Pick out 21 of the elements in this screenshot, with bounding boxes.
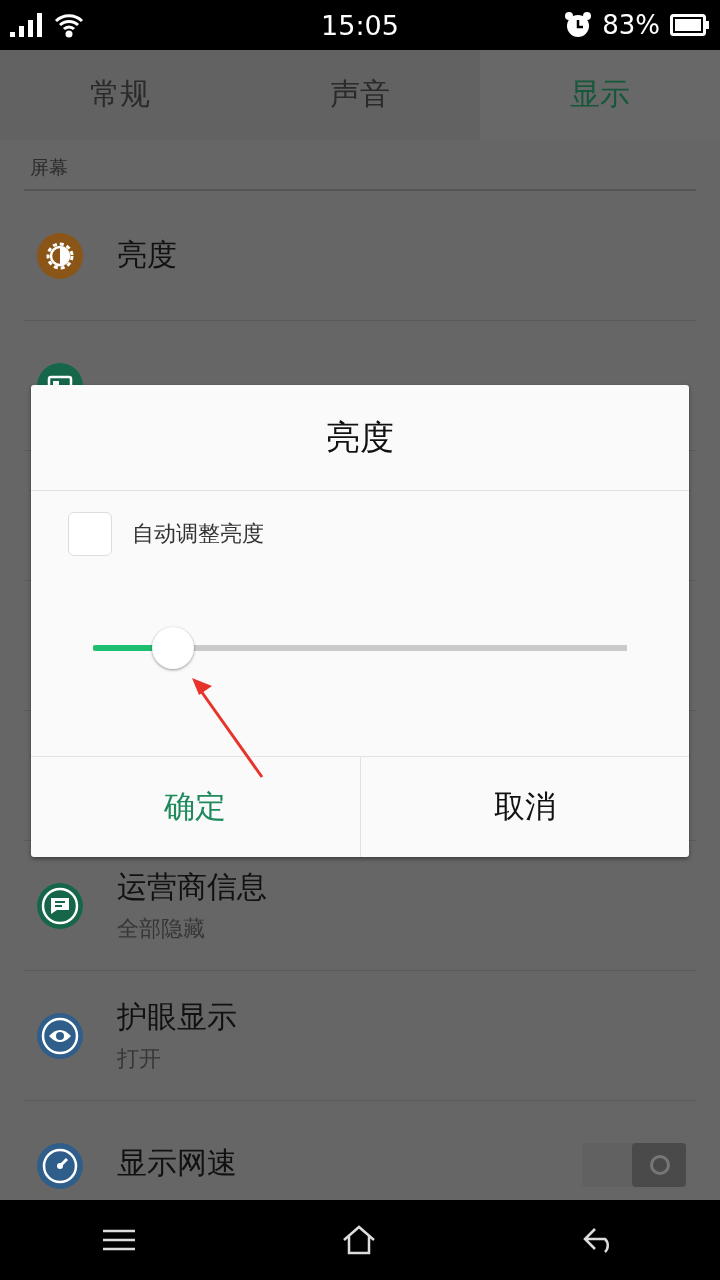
- setting-title: 护眼显示: [117, 998, 238, 1036]
- section-header: 屏幕: [30, 155, 68, 180]
- menu-icon[interactable]: [103, 1229, 136, 1251]
- home-icon[interactable]: [342, 1225, 376, 1255]
- alarm-icon: [564, 11, 593, 39]
- checkbox-label: 自动调整亮度: [132, 520, 264, 548]
- signal-icon: [10, 13, 44, 37]
- cancel-button[interactable]: 取消: [359, 757, 689, 857]
- battery-percent: 83%: [602, 10, 660, 40]
- checkbox[interactable]: [68, 512, 112, 556]
- dialog-title: 亮度: [31, 385, 689, 491]
- battery-icon: [670, 14, 710, 36]
- confirm-button[interactable]: 确定: [31, 757, 360, 857]
- wifi-icon: [54, 12, 84, 38]
- toggle-switch[interactable]: [582, 1143, 686, 1187]
- setting-title: 亮度: [117, 236, 178, 274]
- slider-thumb[interactable]: [152, 627, 195, 669]
- setting-title: 运营商信息: [117, 868, 268, 906]
- tab[interactable]: 显示: [480, 50, 720, 140]
- setting-title: 显示网速: [117, 1144, 238, 1182]
- clock: 15:05: [321, 9, 399, 41]
